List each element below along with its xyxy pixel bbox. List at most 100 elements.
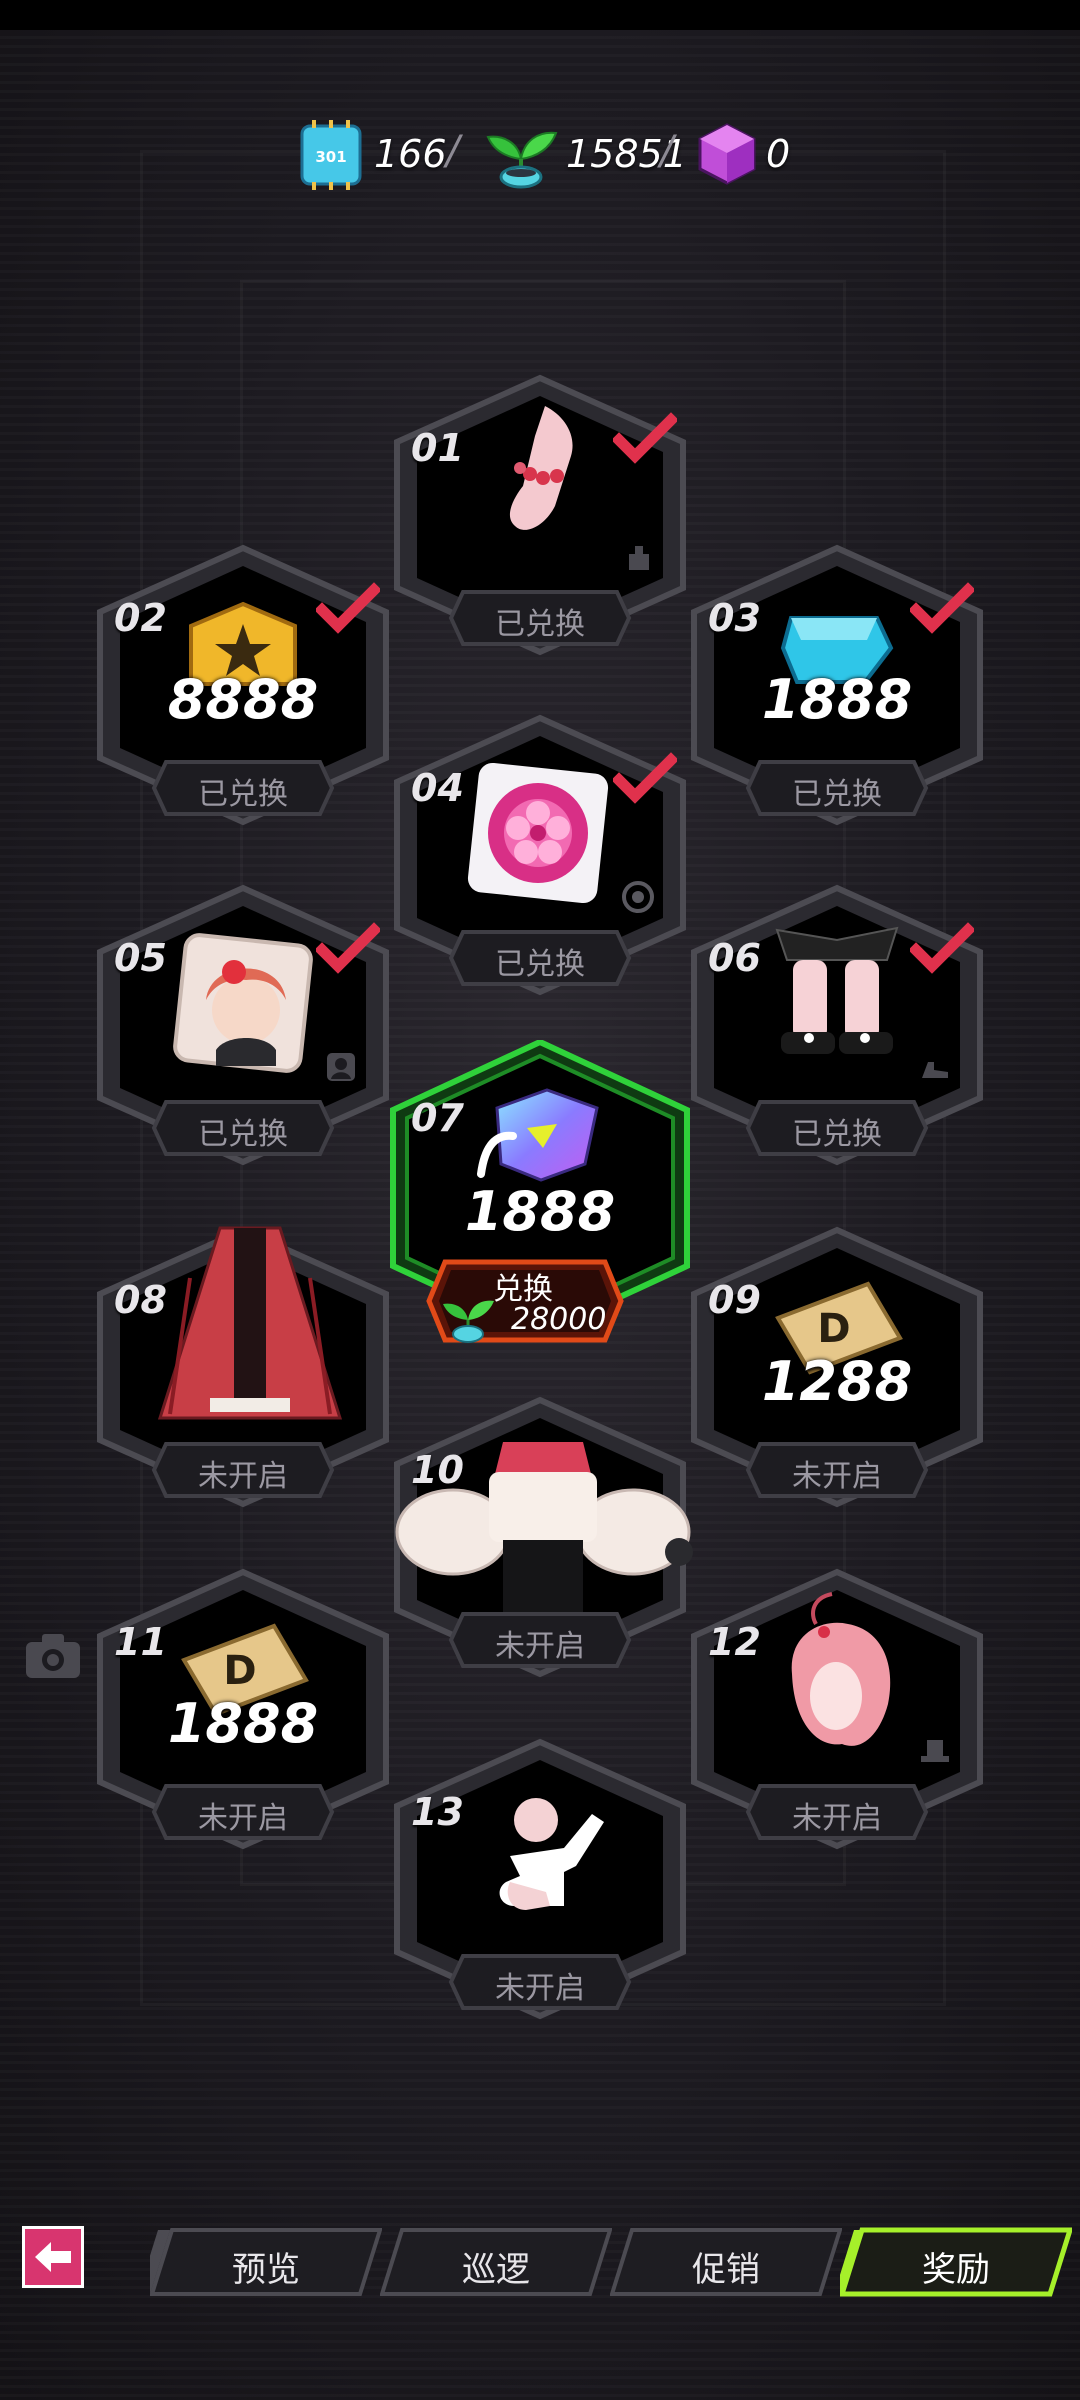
reward-number: 12 bbox=[708, 1620, 761, 1664]
reward-cell-03[interactable]: 03 1888 已兑换 bbox=[682, 540, 992, 830]
status-label: 已兑换 bbox=[495, 947, 585, 982]
reward-cell-12[interactable]: 12 未开启 bbox=[682, 1564, 992, 1854]
reward-amount: 1888 bbox=[464, 1180, 616, 1243]
status-button[interactable]: 已兑换 bbox=[744, 758, 930, 818]
reward-amount: 8888 bbox=[167, 668, 319, 731]
status-label: 已兑换 bbox=[792, 1117, 882, 1152]
reward-number: 03 bbox=[708, 596, 761, 640]
reward-number: 11 bbox=[114, 1620, 167, 1664]
chip-301-icon: 301 bbox=[300, 120, 362, 190]
currency-separator: / bbox=[660, 128, 674, 174]
shoe-slot-icon bbox=[922, 1062, 948, 1078]
tab-label: 巡逻 bbox=[462, 2250, 530, 2290]
svg-text:D: D bbox=[817, 1306, 850, 1352]
status-button[interactable]: 未开启 bbox=[744, 1782, 930, 1842]
status-button[interactable]: 未开启 bbox=[447, 1952, 633, 2012]
shoes-icon bbox=[775, 926, 899, 1054]
exchange-cost: 28000 bbox=[511, 1302, 607, 1337]
avatar-frame-icon bbox=[327, 1053, 355, 1081]
back-arrow-icon bbox=[35, 2242, 71, 2272]
status-button[interactable]: 已兑换 bbox=[744, 1098, 930, 1158]
status-button[interactable]: 已兑换 bbox=[150, 758, 336, 818]
reward-cell-06[interactable]: 06 已兑换 bbox=[682, 880, 992, 1170]
status-label: 未开启 bbox=[198, 1459, 288, 1494]
reward-number: 02 bbox=[114, 596, 167, 640]
sprout-pot-icon bbox=[443, 1300, 494, 1343]
camera-icon[interactable] bbox=[24, 1632, 82, 1680]
status-button[interactable]: 未开启 bbox=[744, 1440, 930, 1500]
status-label: 已兑换 bbox=[792, 777, 882, 812]
claimed-check-icon bbox=[910, 922, 974, 974]
pose-icon bbox=[499, 1798, 604, 1910]
reward-cell-05[interactable]: 05 已兑换 bbox=[88, 880, 398, 1170]
reward-cell-08[interactable]: 08 未开启 bbox=[88, 1222, 398, 1512]
reward-number: 07 bbox=[411, 1096, 464, 1140]
target-icon bbox=[622, 881, 654, 913]
currency-sprout[interactable]: 15851 bbox=[482, 118, 687, 190]
currency-chip[interactable]: 301 166 bbox=[294, 118, 447, 190]
reward-cell-02[interactable]: 02 8888 已兑换 bbox=[88, 540, 398, 830]
currency-cube[interactable]: 0 bbox=[694, 118, 790, 190]
status-label: 已兑换 bbox=[198, 777, 288, 812]
tab-preview[interactable]: 预览 bbox=[150, 2226, 382, 2298]
status-label: 未开启 bbox=[495, 1971, 585, 2006]
status-bar bbox=[0, 0, 1080, 30]
hat-icon bbox=[921, 1740, 949, 1762]
claimed-check-icon bbox=[613, 412, 677, 464]
claimed-check-icon bbox=[910, 582, 974, 634]
reward-cell-07[interactable]: 07 1888 兑换 28000 bbox=[385, 1040, 695, 1360]
status-button[interactable]: 未开启 bbox=[150, 1782, 336, 1842]
sprout-pot-icon bbox=[486, 131, 558, 189]
currency-value: 166 bbox=[374, 132, 447, 176]
status-button[interactable]: 已兑换 bbox=[150, 1098, 336, 1158]
currency-value: 0 bbox=[766, 132, 791, 176]
reward-cell-10[interactable]: 10 未开启 bbox=[385, 1392, 695, 1682]
reward-number: 06 bbox=[708, 936, 761, 980]
reward-number: 05 bbox=[114, 936, 167, 980]
claimed-check-icon bbox=[316, 582, 380, 634]
status-button[interactable]: 未开启 bbox=[150, 1440, 336, 1500]
currency-separator: / bbox=[446, 128, 460, 174]
purple-cube-icon bbox=[698, 123, 756, 185]
status-button[interactable]: 已兑换 bbox=[447, 588, 633, 648]
tab-patrol[interactable]: 巡逻 bbox=[380, 2226, 612, 2298]
tab-rewards[interactable]: 奖励 bbox=[840, 2226, 1072, 2298]
exchange-button[interactable]: 兑换 28000 bbox=[425, 1258, 625, 1344]
reward-amount: 1288 bbox=[761, 1350, 913, 1413]
reward-cell-01[interactable]: 01 已兑换 bbox=[385, 370, 695, 660]
claimed-check-icon bbox=[613, 752, 677, 804]
status-label: 未开启 bbox=[792, 1801, 882, 1836]
status-button[interactable]: 未开启 bbox=[447, 1610, 633, 1670]
status-label: 未开启 bbox=[792, 1459, 882, 1494]
reward-cell-11[interactable]: D 11 1888 未开启 bbox=[88, 1564, 398, 1854]
tab-label: 预览 bbox=[232, 2250, 300, 2290]
reward-number: 04 bbox=[411, 766, 464, 810]
tab-label: 促销 bbox=[692, 2250, 760, 2290]
reward-cell-04[interactable]: 04 已兑换 bbox=[385, 710, 695, 1000]
back-button[interactable] bbox=[22, 2226, 84, 2288]
reward-number: 08 bbox=[114, 1278, 167, 1322]
reward-amount: 1888 bbox=[761, 668, 913, 731]
reward-number: 13 bbox=[411, 1790, 464, 1834]
svg-text:301: 301 bbox=[315, 148, 346, 166]
reward-number: 10 bbox=[411, 1448, 464, 1492]
reward-cell-13[interactable]: 13 未开启 bbox=[385, 1734, 695, 2024]
tab-label: 奖励 bbox=[922, 2250, 990, 2290]
tab-promotion[interactable]: 促销 bbox=[610, 2226, 842, 2298]
reward-cell-09[interactable]: D 09 1288 未开启 bbox=[682, 1222, 992, 1512]
portrait-avatar-icon bbox=[173, 933, 313, 1073]
svg-text:D: D bbox=[223, 1648, 256, 1694]
pink-hair-icon bbox=[791, 1592, 891, 1746]
bracelet-icon bbox=[509, 406, 573, 530]
reward-number: 01 bbox=[411, 426, 464, 470]
status-label: 已兑换 bbox=[495, 607, 585, 642]
status-label: 已兑换 bbox=[198, 1117, 288, 1152]
reward-number: 09 bbox=[708, 1278, 761, 1322]
status-label: 未开启 bbox=[495, 1629, 585, 1664]
holo-gem-icon bbox=[477, 1088, 599, 1182]
claimed-check-icon bbox=[316, 922, 380, 974]
flower-emblem-icon bbox=[467, 762, 609, 904]
red-cape-icon bbox=[157, 1226, 343, 1420]
glove-icon bbox=[629, 546, 649, 570]
status-button[interactable]: 已兑换 bbox=[447, 928, 633, 988]
